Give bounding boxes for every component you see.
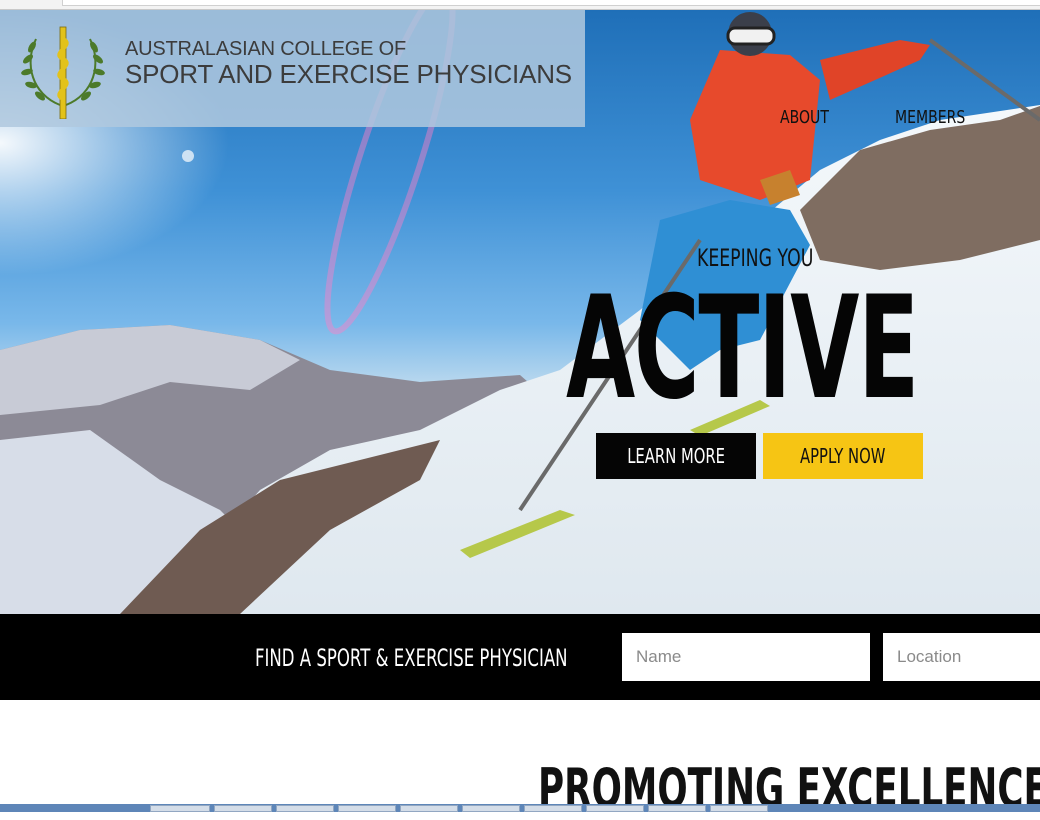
taskbar-button[interactable]: [710, 805, 768, 812]
taskbar-button[interactable]: [338, 805, 396, 812]
find-physician-heading: FIND A SPORT & EXERCISE PHYSICIAN: [255, 644, 568, 672]
learn-more-label: LEARN MORE: [627, 444, 725, 468]
taskbar-button[interactable]: [524, 805, 582, 812]
caduceus-wreath-logo-icon: [21, 26, 105, 119]
find-physician-bar: FIND A SPORT & EXERCISE PHYSICIAN: [0, 614, 1040, 700]
browser-top-edge: [0, 0, 1040, 10]
college-name: AUSTRALASIAN COLLEGE OF SPORT AND EXERCI…: [125, 38, 572, 88]
os-taskbar: [0, 804, 1040, 812]
site-logo-banner[interactable]: AUSTRALASIAN COLLEGE OF SPORT AND EXERCI…: [0, 10, 585, 127]
main-navigation: ABOUT MEMBERS: [780, 107, 985, 128]
college-name-line2: SPORT AND EXERCISE PHYSICIANS: [125, 59, 572, 89]
taskbar-button[interactable]: [276, 805, 334, 812]
taskbar-button[interactable]: [214, 805, 272, 812]
address-bar-edge[interactable]: [62, 0, 1040, 6]
taskbar-button[interactable]: [150, 805, 210, 812]
apply-now-label: APPLY NOW: [800, 444, 886, 468]
taskbar-button[interactable]: [462, 805, 520, 812]
taskbar-button[interactable]: [400, 805, 458, 812]
college-name-line1: AUSTRALASIAN COLLEGE OF: [125, 38, 407, 60]
taskbar-button[interactable]: [648, 805, 706, 812]
nav-about-link[interactable]: ABOUT: [780, 107, 829, 128]
taskbar-button[interactable]: [586, 805, 644, 812]
physician-name-input[interactable]: [622, 633, 870, 681]
hero-headline: ACTIVE: [566, 266, 919, 431]
apply-now-button[interactable]: APPLY NOW: [763, 433, 923, 479]
nav-members-link[interactable]: MEMBERS: [895, 107, 965, 128]
learn-more-button[interactable]: LEARN MORE: [596, 433, 756, 479]
physician-location-input[interactable]: [883, 633, 1040, 681]
hero-banner: AUSTRALASIAN COLLEGE OF SPORT AND EXERCI…: [0, 10, 1040, 614]
